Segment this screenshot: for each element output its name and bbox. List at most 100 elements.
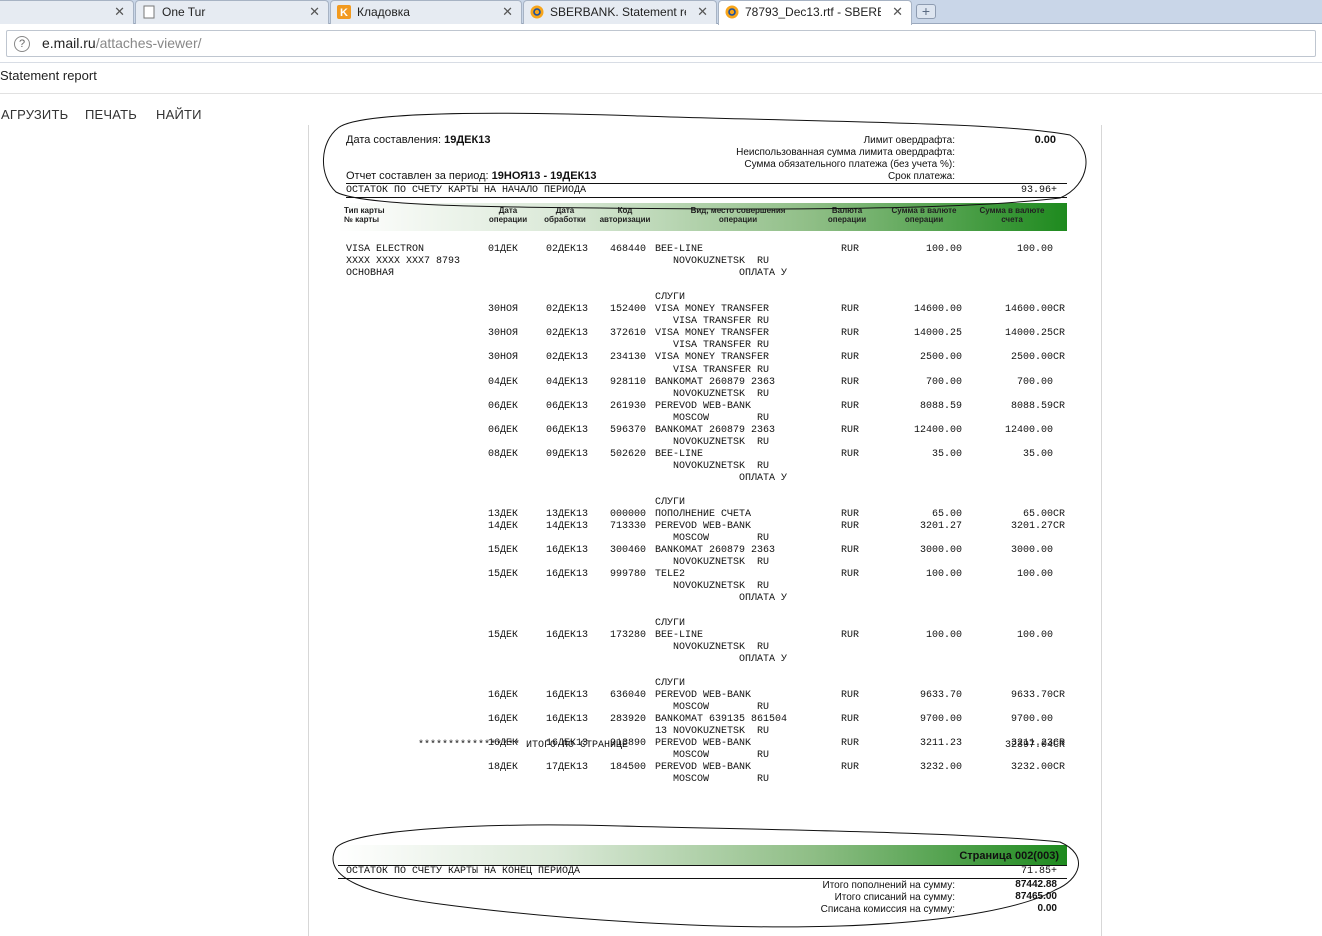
cell-proc: 02ДЕК13 xyxy=(546,304,589,316)
cell-acc-amount: 65.00CR xyxy=(1023,509,1066,521)
cell-auth: 636040 xyxy=(610,689,647,701)
cell-desc: СЛУГИ xyxy=(655,497,686,509)
cell-op: 30НОЯ xyxy=(488,352,519,364)
overdraft-limit-label: Лимит овердрафта: xyxy=(863,135,955,146)
overdraft-limit-value: 0.00 xyxy=(1034,134,1056,146)
cell-acc-amount: 100.00 xyxy=(1017,569,1054,581)
cell-desc: 13 NOVOKUZNETSK RU xyxy=(655,726,770,737)
cell-desc: VISA MONEY TRANSFER xyxy=(655,304,770,316)
header-rule-2 xyxy=(346,197,1067,198)
cell-op: 15ДЕК xyxy=(488,629,519,641)
close-balance-value: 71.85+ xyxy=(1020,866,1057,877)
cell-cur: RUR xyxy=(841,762,860,774)
open-balance-value: 93.96+ xyxy=(1020,185,1057,196)
new-tab-button[interactable]: + xyxy=(916,4,936,19)
cell-proc: 09ДЕК13 xyxy=(546,448,589,460)
cell-cur: RUR xyxy=(841,244,860,255)
find-button[interactable]: НАЙТИ xyxy=(156,107,202,122)
cell-op-amount: 3211.23 xyxy=(919,738,962,750)
url-text: e.mail.ru/attaches-viewer/ xyxy=(42,35,202,51)
browser-toolbar: ? e.mail.ru/attaches-viewer/ xyxy=(0,25,1322,63)
cell-acc-amount: 8088.59CR xyxy=(1011,400,1066,412)
cell-desc: BEE-LINE xyxy=(655,244,704,255)
cell-proc: 16ДЕК13 xyxy=(546,689,589,701)
document-title: Statement report xyxy=(0,68,97,83)
cell-desc: MOSCOW RU xyxy=(655,533,770,545)
cell-desc: VISA TRANSFER RU xyxy=(655,364,770,376)
date-label: Дата составления: 19ДЕК13 xyxy=(346,134,491,146)
card-kind: ОСНОВНАЯ xyxy=(346,268,395,279)
col-desc: Вид, место совершения операции xyxy=(690,206,786,224)
cell-cur: RUR xyxy=(841,509,860,521)
cell-op-amount: 3232.00 xyxy=(919,762,962,774)
cell-acc-amount: 3232.00CR xyxy=(1011,762,1066,774)
close-icon[interactable]: ✕ xyxy=(892,1,903,23)
cell-desc: СЛУГИ xyxy=(655,617,686,629)
tab-4[interactable]: SBERBANK. Statement rep ✕ xyxy=(523,0,717,24)
cell-auth: 468440 xyxy=(610,244,647,255)
close-icon[interactable]: ✕ xyxy=(309,1,320,23)
page-info-icon[interactable]: ? xyxy=(14,36,30,52)
close-icon[interactable]: ✕ xyxy=(114,1,125,23)
unused-limit-label: Неиспользованная сумма лимита овердрафта… xyxy=(736,147,955,158)
cell-auth: 184500 xyxy=(610,762,647,774)
footer-rule-2 xyxy=(338,878,1067,879)
cell-desc: MOSCOW RU xyxy=(655,412,770,424)
download-button[interactable]: АГРУЗИТЬ xyxy=(1,107,68,122)
url-path: /attaches-viewer/ xyxy=(95,35,202,51)
cell-op: 15ДЕК xyxy=(488,545,519,557)
kladovka-logo-icon: K xyxy=(337,5,351,19)
cell-cur: RUR xyxy=(841,545,860,557)
cell-desc: PEREVOD WEB-BANK xyxy=(655,762,752,774)
cell-cur: RUR xyxy=(841,328,860,340)
cell-desc: VISA TRANSFER RU xyxy=(655,340,770,352)
svg-text:K: K xyxy=(340,7,348,19)
close-icon[interactable]: ✕ xyxy=(502,1,513,23)
cell-auth: 261930 xyxy=(610,400,647,412)
table-header: Тип карты № карты Дата операции Дата обрабо… xyxy=(338,203,1067,231)
cell-acc-amount: 9700.00 xyxy=(1011,713,1054,725)
cell-desc: MOSCOW RU xyxy=(655,701,770,713)
cell-acc-amount: 9633.70CR xyxy=(1011,689,1066,701)
total-topup-label: Итого пополнений на сумму: xyxy=(822,880,956,891)
cell-op-amount: 3201.27 xyxy=(919,521,962,533)
mandatory-payment-label: Сумма обязательного платежа (без учета %… xyxy=(744,159,955,170)
tab-5-active[interactable]: 78793_Dec13.rtf - SBERBAN ✕ xyxy=(718,0,912,25)
address-bar[interactable]: ? e.mail.ru/attaches-viewer/ xyxy=(6,30,1316,57)
cell-proc: 02ДЕК13 xyxy=(546,352,589,364)
cell-proc: 13ДЕК13 xyxy=(546,509,589,521)
cell-cur: RUR xyxy=(841,569,860,581)
cell-proc: 02ДЕК13 xyxy=(546,328,589,340)
period-label: Отчет составлен за период: 19НОЯ13 - 19Д… xyxy=(346,170,597,182)
cell-desc: TELE2 xyxy=(655,569,686,581)
tab-label: One Tur xyxy=(162,5,206,19)
document-icon xyxy=(143,5,155,19)
cell-acc-amount: 100.00 xyxy=(1017,629,1054,641)
close-icon[interactable]: ✕ xyxy=(697,1,708,23)
tab-1[interactable]: ✕ xyxy=(0,0,134,24)
cell-cur: RUR xyxy=(841,713,860,725)
tab-label: Кладовка xyxy=(357,5,410,19)
due-date-label: Срок платежа: xyxy=(887,171,955,182)
cell-op: 18ДЕК xyxy=(488,762,519,774)
cell-op: 08ДЕК xyxy=(488,448,519,460)
cell-desc: NOVOKUZNETSK RU xyxy=(655,581,770,593)
cell-desc: ОПЛАТА У xyxy=(655,472,788,484)
print-button[interactable]: ПЕЧАТЬ xyxy=(85,107,137,122)
cell-op: 30НОЯ xyxy=(488,304,519,316)
card-number: XXXX XXXX XXX7 8793 xyxy=(346,256,461,267)
cell-desc: BANKOMAT 260879 2363 xyxy=(655,545,776,557)
cell-desc: ОПЛАТА У xyxy=(655,653,788,665)
cell-desc: NOVOKUZNETSK RU xyxy=(655,460,770,472)
page-footer-band: Страница 002(003) xyxy=(338,845,1067,865)
cell-op-amount: 100.00 xyxy=(925,629,962,641)
cell-desc: VISA MONEY TRANSFER xyxy=(655,352,770,364)
page-number: Страница 002(003) xyxy=(959,850,1059,862)
cell-op: 30НОЯ xyxy=(488,328,519,340)
cell-acc-amount: 35.00 xyxy=(1023,448,1054,460)
period-value: 19НОЯ13 - 19ДЕК13 xyxy=(491,170,597,182)
tab-3[interactable]: K Кладовка ✕ xyxy=(330,0,522,24)
tab-2[interactable]: One Tur ✕ xyxy=(135,0,329,24)
cell-desc: СЛУГИ xyxy=(655,292,686,304)
cell-desc: ОПЛАТА У xyxy=(655,593,788,605)
